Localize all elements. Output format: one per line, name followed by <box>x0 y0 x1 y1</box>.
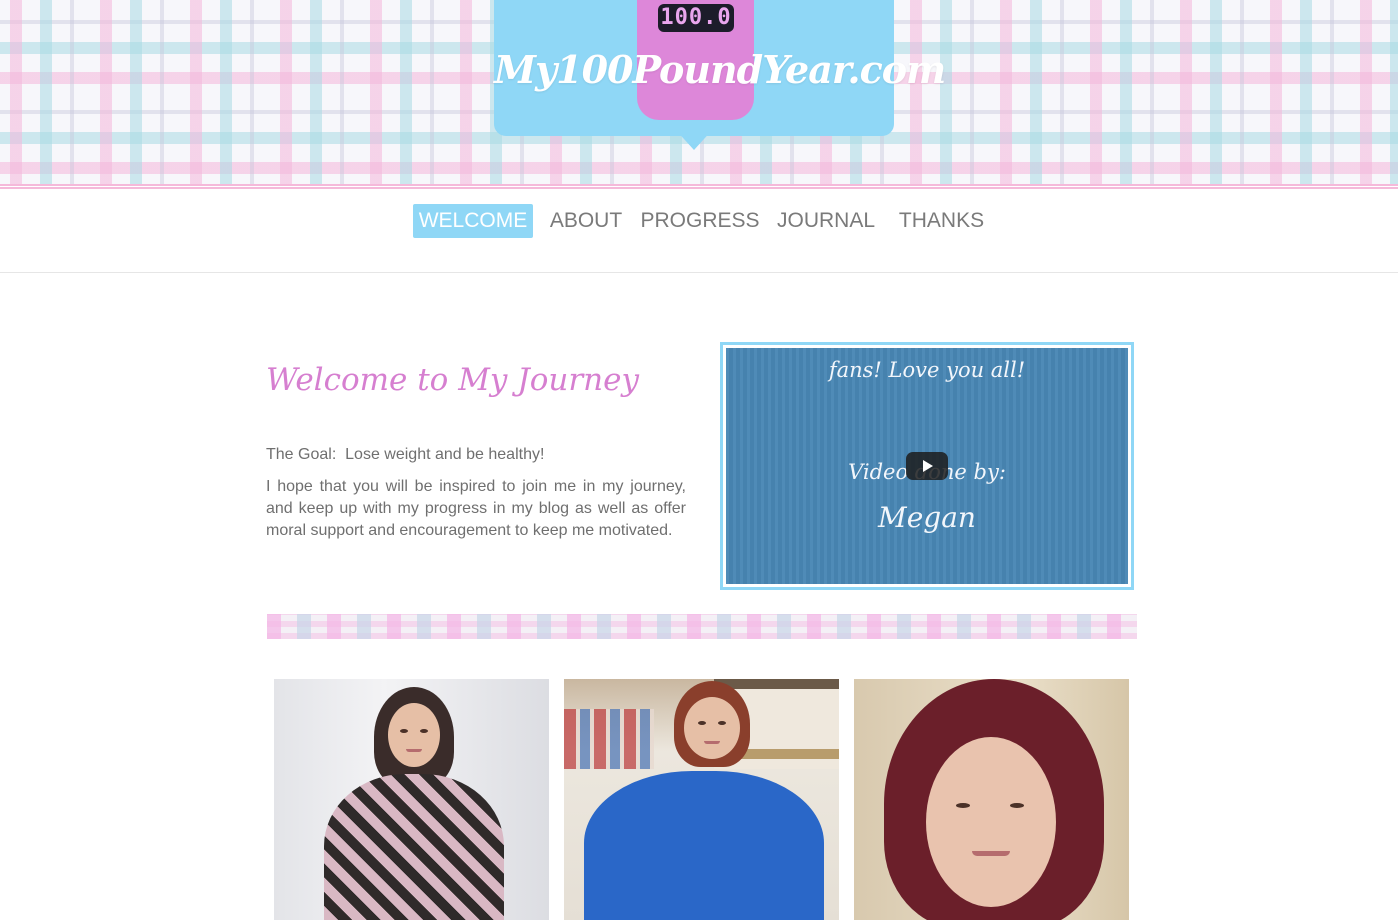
welcome-heading: Welcome to My Journey <box>266 362 639 398</box>
plaid-divider <box>267 614 1137 639</box>
nav-item-about[interactable]: ABOUT <box>542 204 630 238</box>
photo-3-face <box>926 737 1056 907</box>
photo-3-eye-left <box>956 803 970 808</box>
video-caption-line-3: Megan <box>878 501 976 534</box>
header-border <box>0 184 1398 189</box>
photo-2-eye-right <box>718 721 726 725</box>
photo-2-wall-frames <box>564 709 654 769</box>
photo-1-eye-left <box>400 729 408 733</box>
photo-progress[interactable] <box>564 679 839 920</box>
photo-1-body <box>324 774 504 920</box>
play-button[interactable] <box>906 452 948 480</box>
scale-display: 100.0 <box>658 4 734 32</box>
nav-item-journal[interactable]: JOURNAL <box>772 204 880 238</box>
photo-2-face <box>684 697 740 759</box>
photo-1-mouth <box>406 749 422 752</box>
goal-text: The Goal: Lose weight and be healthy! <box>266 446 545 463</box>
nav-item-progress[interactable]: PROGRESS <box>640 204 760 238</box>
photo-1-face <box>388 703 440 767</box>
intro-paragraph: I hope that you will be inspired to join… <box>266 478 686 539</box>
photo-portrait[interactable] <box>854 679 1129 920</box>
photo-2-mouth <box>704 741 720 744</box>
nav-item-thanks[interactable]: THANKS <box>893 204 990 238</box>
photo-before[interactable] <box>274 679 549 920</box>
play-icon <box>923 460 933 472</box>
photo-3-eye-right <box>1010 803 1024 808</box>
site-logo-text[interactable]: My100PoundYear.com <box>494 42 946 98</box>
nav-item-welcome[interactable]: WELCOME <box>413 204 533 238</box>
photo-2-body <box>584 771 824 920</box>
logo-badge-point <box>674 128 714 150</box>
photo-2-eye-left <box>698 721 706 725</box>
photo-1-eye-right <box>420 729 428 733</box>
photo-3-mouth <box>972 851 1010 856</box>
video-caption-line-1: fans! Love you all! <box>828 358 1026 382</box>
